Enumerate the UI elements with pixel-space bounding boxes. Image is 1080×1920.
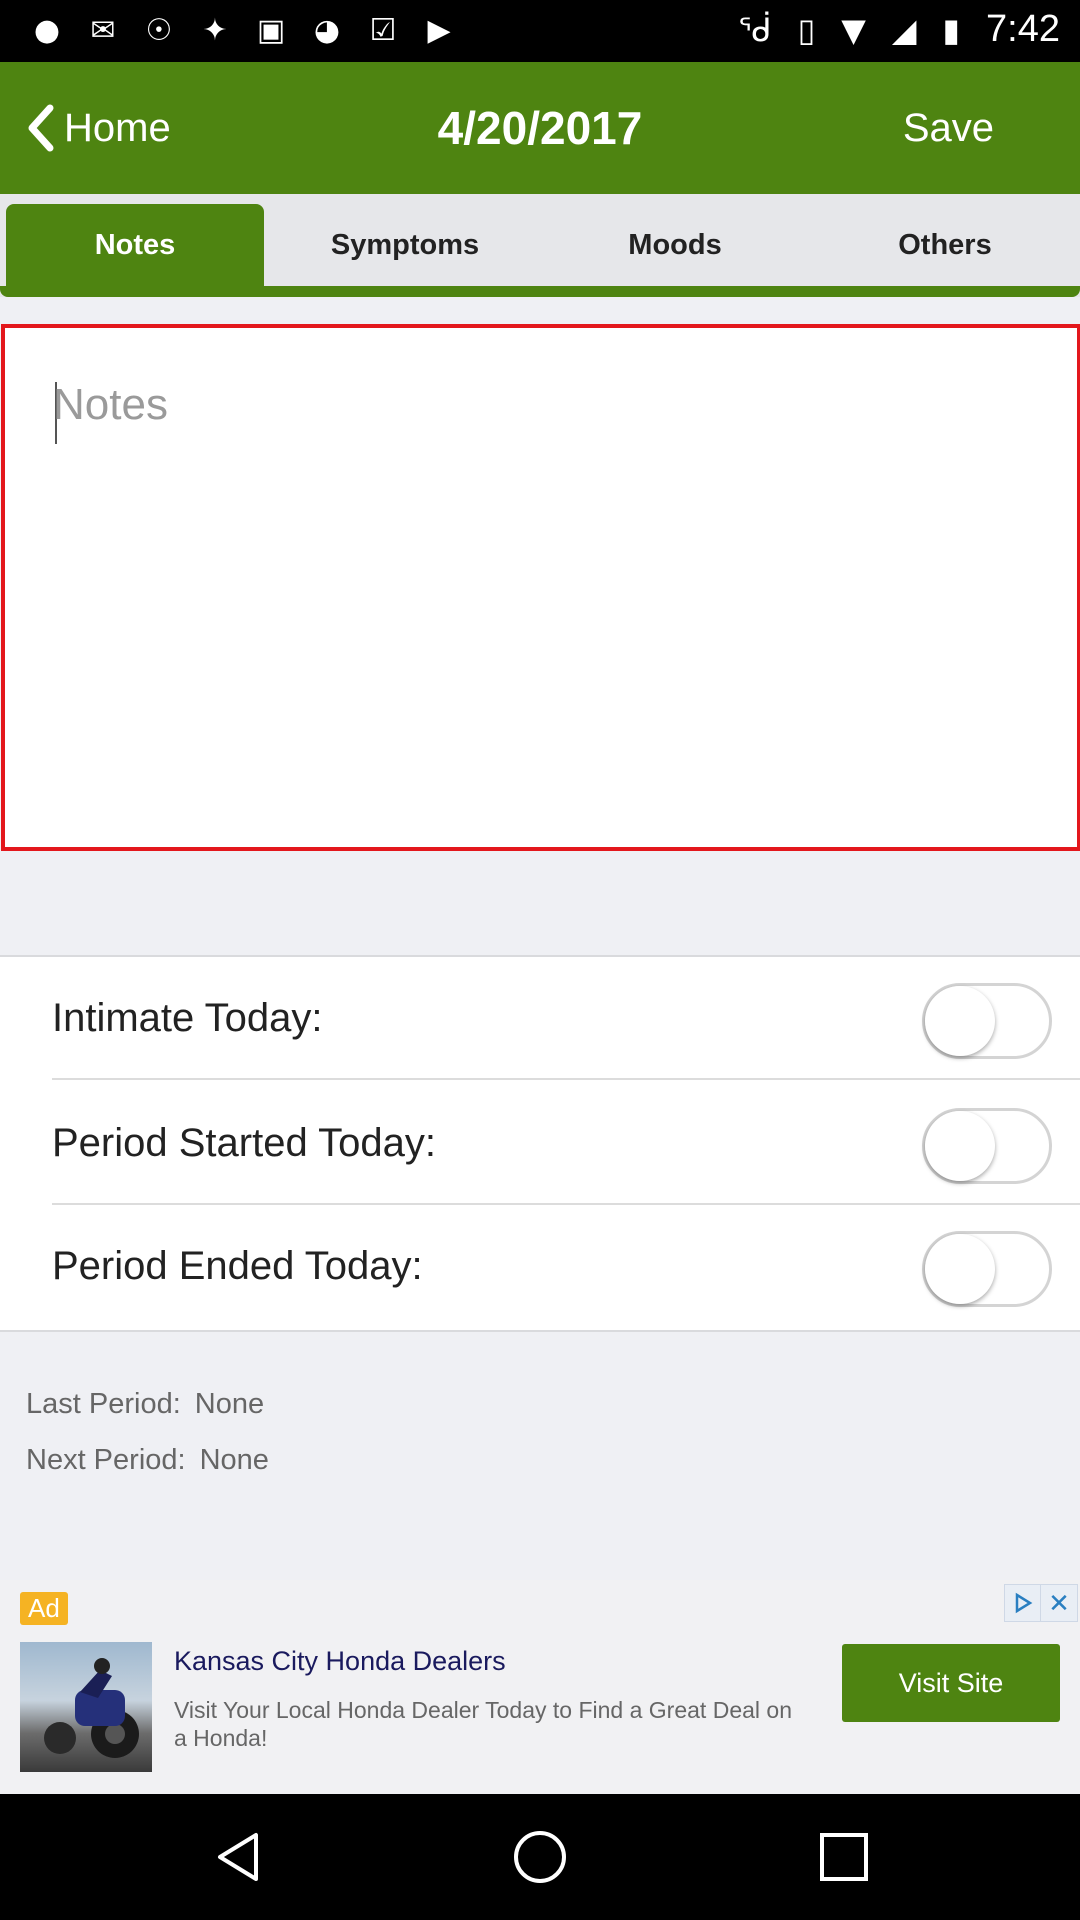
save-button[interactable]: Save: [903, 62, 994, 194]
period-ended-label: Period Ended Today:: [52, 1244, 423, 1288]
bluetooth-icon: ᖂ: [738, 10, 772, 49]
ad-motorcycle-image: [20, 1642, 152, 1772]
chevron-left-icon: [28, 104, 54, 152]
tab-symptoms[interactable]: Symptoms: [270, 204, 540, 286]
fake-gps-icon: ✦: [202, 12, 228, 48]
cell-signal-icon: ◢: [891, 10, 917, 49]
tab-moods[interactable]: Moods: [540, 204, 810, 286]
adchoices-icon[interactable]: [1004, 1584, 1042, 1622]
toggle-row-period-started: Period Started Today:: [0, 1082, 1080, 1205]
last-period-info: Last Period: None: [26, 1388, 264, 1421]
next-period-value: None: [199, 1444, 269, 1476]
recents-icon[interactable]: [774, 1794, 914, 1920]
status-bar: ● ✉ ☉ ✦ ▣ ◕ ☑ ▶ ᖂ ▯ ▼ ◢ ▮ 7:42: [0, 0, 1080, 62]
next-period-info: Next Period: None: [26, 1444, 269, 1477]
ad-badge: Ad: [20, 1592, 68, 1625]
toggle-row-period-ended: Period Ended Today:: [0, 1205, 1080, 1328]
home-back-button[interactable]: Home: [26, 62, 171, 194]
vibrate-icon: ▯: [797, 10, 816, 49]
ad-description: Visit Your Local Honda Dealer Today to F…: [174, 1697, 792, 1751]
tab-underline: [0, 286, 1080, 297]
tab-others[interactable]: Others: [810, 204, 1080, 286]
tab-bar: Notes Symptoms Moods Others: [0, 194, 1080, 297]
system-nav-bar: [0, 1794, 1080, 1920]
ad-banner[interactable]: Ad ✕ Kansas City Honda Dealers Visit You…: [0, 1580, 1080, 1794]
sync-icon: ☉: [145, 12, 173, 48]
clipboard-check-icon: ☑: [369, 12, 397, 48]
intimate-today-switch[interactable]: [922, 983, 1052, 1059]
battery-icon: ▮: [942, 10, 961, 49]
location-icon: ●: [33, 12, 61, 48]
toggle-list: Intimate Today: Period Started Today: Pe…: [0, 955, 1080, 1332]
switch-knob: [925, 1234, 995, 1304]
back-icon[interactable]: [168, 1794, 308, 1920]
notes-input[interactable]: [53, 380, 1013, 800]
lock-icon: ▣: [256, 12, 286, 48]
period-started-switch[interactable]: [922, 1108, 1052, 1184]
period-started-label: Period Started Today:: [52, 1121, 436, 1165]
toggle-row-intimate: Intimate Today:: [0, 957, 1080, 1080]
next-period-label: Next Period:: [26, 1444, 186, 1476]
notes-container: [1, 324, 1080, 851]
intimate-today-label: Intimate Today:: [52, 996, 323, 1040]
last-period-label: Last Period:: [26, 1388, 181, 1420]
ad-headline[interactable]: Kansas City Honda Dealers: [174, 1646, 506, 1677]
notification-icons: ● ✉ ☉ ✦ ▣ ◕ ☑ ▶: [30, 12, 456, 48]
wifi-icon: ▼: [841, 10, 866, 49]
play-store-icon: ▶: [427, 12, 451, 48]
switch-knob: [925, 986, 995, 1056]
last-period-value: None: [194, 1388, 265, 1420]
mail-icon: ✉: [90, 12, 116, 48]
period-ended-switch[interactable]: [922, 1231, 1052, 1307]
switch-knob: [925, 1111, 995, 1181]
tab-notes[interactable]: Notes: [6, 204, 264, 286]
visit-site-button[interactable]: Visit Site: [842, 1644, 1060, 1722]
android-icon: ◕: [313, 12, 341, 48]
app-header: Home 4/20/2017 Save: [0, 62, 1080, 194]
back-label: Home: [64, 105, 171, 150]
ad-close-icon[interactable]: ✕: [1040, 1584, 1078, 1622]
divider: [52, 1078, 1080, 1080]
home-icon[interactable]: [470, 1794, 610, 1920]
clock: 7:42: [986, 8, 1060, 50]
